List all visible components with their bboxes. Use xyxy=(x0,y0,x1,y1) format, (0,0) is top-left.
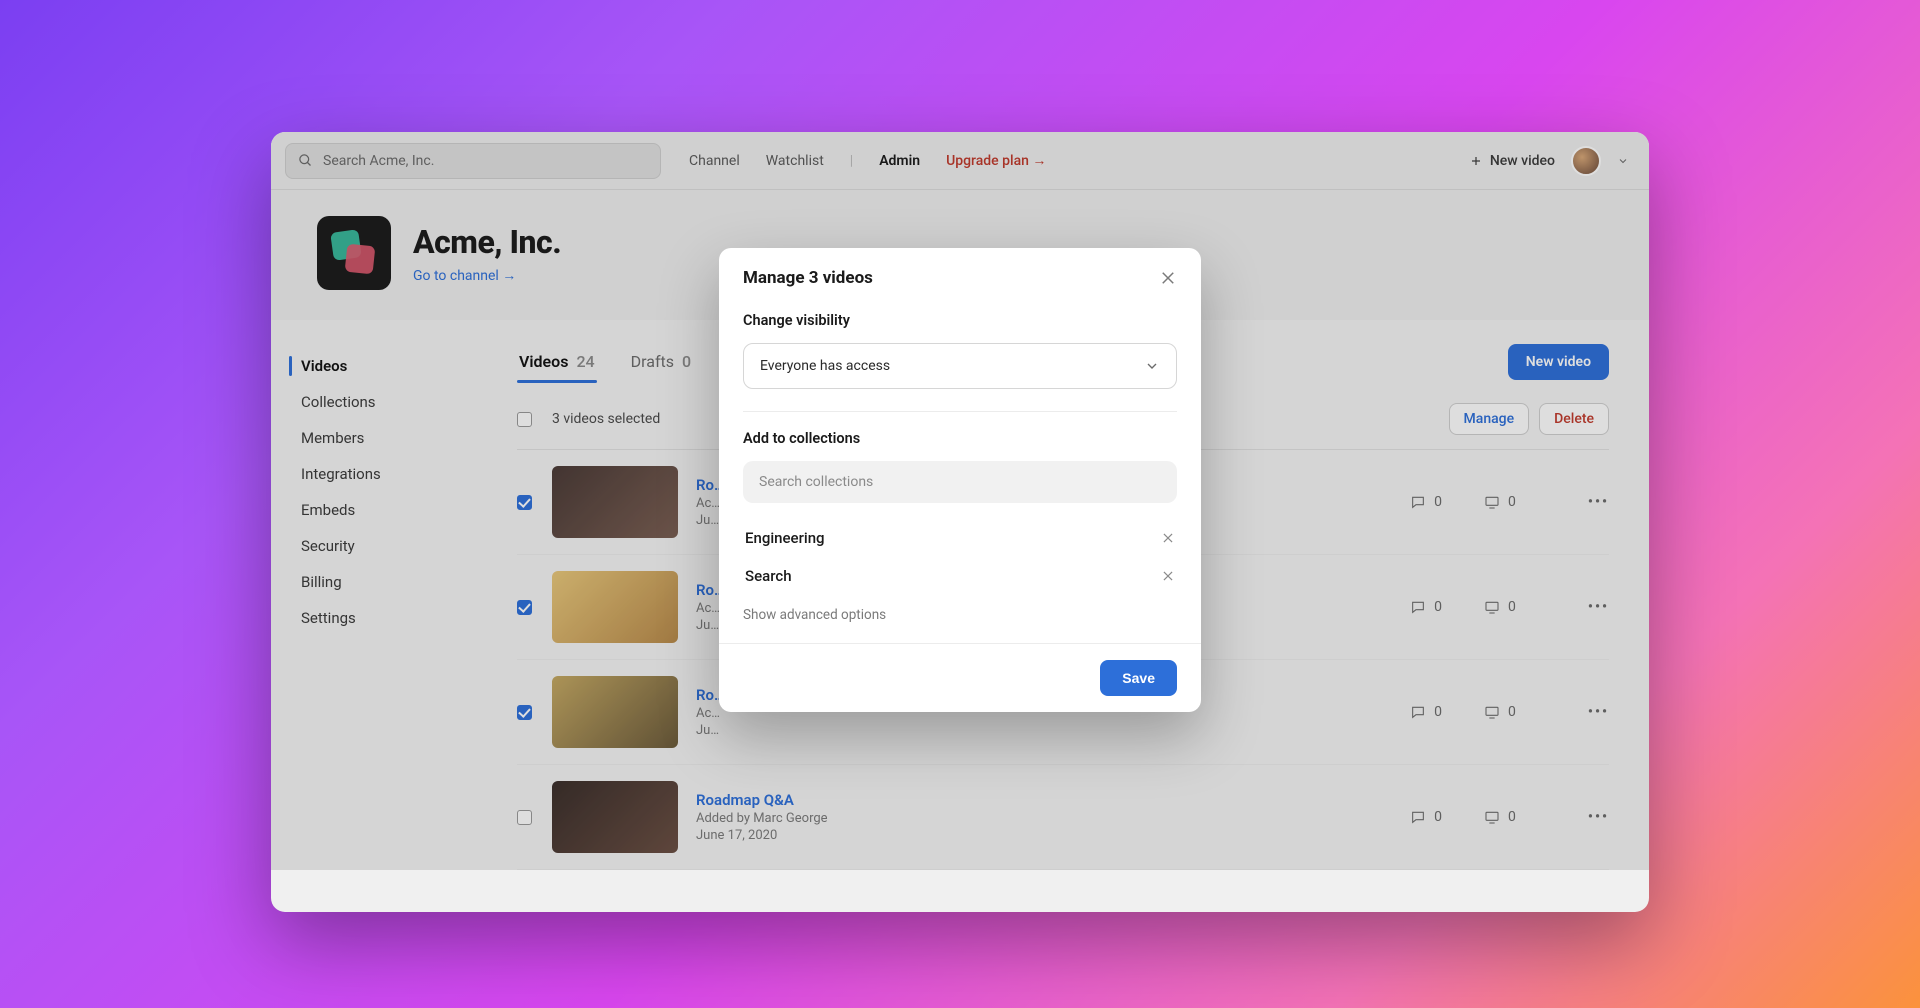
collection-chip-search: Search xyxy=(743,557,1177,595)
sidebar-item-billing[interactable]: Billing xyxy=(271,564,507,600)
comment-count: 0 xyxy=(1410,599,1442,615)
sidebar-item-embeds[interactable]: Embeds xyxy=(271,492,507,528)
app-window: Search Acme, Inc. Channel Watchlist | Ad… xyxy=(271,132,1649,912)
search-placeholder: Search Acme, Inc. xyxy=(323,153,434,169)
close-icon[interactable] xyxy=(1159,269,1177,287)
divider xyxy=(743,411,1177,412)
selection-count: 3 videos selected xyxy=(552,411,660,427)
comment-count: 0 xyxy=(1410,809,1442,825)
search-icon xyxy=(298,153,313,168)
view-count: 0 xyxy=(1484,494,1516,510)
comment-count: 0 xyxy=(1410,704,1442,720)
row-more-icon[interactable]: ••• xyxy=(1588,494,1609,510)
video-row: Roadmap Q&A Added by Marc George June 17… xyxy=(517,765,1609,870)
save-button[interactable]: Save xyxy=(1100,660,1177,696)
comment-icon xyxy=(1410,599,1426,615)
monitor-icon xyxy=(1484,809,1500,825)
tab-drafts[interactable]: Drafts 0 xyxy=(629,342,693,381)
video-title[interactable]: Roadmap Q&A xyxy=(696,791,1410,809)
nav-channel[interactable]: Channel xyxy=(689,153,740,169)
go-to-channel-link[interactable]: Go to channel → xyxy=(413,267,516,284)
video-date: June 17, 2020 xyxy=(696,828,1410,843)
row-more-icon[interactable]: ••• xyxy=(1588,809,1609,825)
comment-icon xyxy=(1410,704,1426,720)
sidebar-item-security[interactable]: Security xyxy=(271,528,507,564)
modal-title: Manage 3 videos xyxy=(743,268,873,288)
row-more-icon[interactable]: ••• xyxy=(1588,704,1609,720)
chevron-down-icon[interactable] xyxy=(1617,155,1629,167)
view-count: 0 xyxy=(1484,599,1516,615)
sidebar: Videos Collections Members Integrations … xyxy=(271,320,507,870)
row-checkbox[interactable] xyxy=(517,705,532,720)
row-checkbox[interactable] xyxy=(517,495,532,510)
monitor-icon xyxy=(1484,704,1500,720)
delete-button[interactable]: Delete xyxy=(1539,403,1609,435)
advanced-options-link[interactable]: Show advanced options xyxy=(743,607,886,623)
new-video-button[interactable]: New video xyxy=(1508,344,1609,380)
remove-icon[interactable] xyxy=(1161,531,1175,545)
comment-count: 0 xyxy=(1410,494,1442,510)
chevron-down-icon xyxy=(1144,358,1160,374)
row-checkbox[interactable] xyxy=(517,810,532,825)
visibility-label: Change visibility xyxy=(743,312,1177,329)
tab-videos[interactable]: Videos 24 xyxy=(517,342,597,381)
sidebar-item-integrations[interactable]: Integrations xyxy=(271,456,507,492)
collections-search-placeholder: Search collections xyxy=(759,474,873,490)
collection-chip-engineering: Engineering xyxy=(743,519,1177,557)
org-logo xyxy=(317,216,391,290)
select-all-checkbox[interactable] xyxy=(517,412,532,427)
view-count: 0 xyxy=(1484,809,1516,825)
video-thumbnail[interactable] xyxy=(552,571,678,643)
topbar: Search Acme, Inc. Channel Watchlist | Ad… xyxy=(271,132,1649,190)
new-video-top-button[interactable]: New video xyxy=(1470,153,1555,169)
manage-button[interactable]: Manage xyxy=(1449,403,1530,435)
collections-search-input[interactable]: Search collections xyxy=(743,461,1177,503)
video-thumbnail[interactable] xyxy=(552,676,678,748)
nav-upgrade[interactable]: Upgrade plan → xyxy=(946,152,1046,169)
video-author: Added by Marc George xyxy=(696,811,1410,826)
sidebar-item-settings[interactable]: Settings xyxy=(271,600,507,636)
sidebar-item-videos[interactable]: Videos xyxy=(271,348,507,384)
view-count: 0 xyxy=(1484,704,1516,720)
add-collections-label: Add to collections xyxy=(743,430,1177,447)
visibility-value: Everyone has access xyxy=(760,358,890,374)
nav-admin[interactable]: Admin xyxy=(879,153,920,169)
video-thumbnail[interactable] xyxy=(552,781,678,853)
video-date: Ju… xyxy=(696,723,1410,738)
visibility-select[interactable]: Everyone has access xyxy=(743,343,1177,389)
org-name: Acme, Inc. xyxy=(413,223,561,261)
video-thumbnail[interactable] xyxy=(552,466,678,538)
monitor-icon xyxy=(1484,599,1500,615)
sidebar-item-collections[interactable]: Collections xyxy=(271,384,507,420)
top-nav: Channel Watchlist | Admin Upgrade plan → xyxy=(689,152,1046,169)
comment-icon xyxy=(1410,494,1426,510)
comment-icon xyxy=(1410,809,1426,825)
sidebar-item-members[interactable]: Members xyxy=(271,420,507,456)
remove-icon[interactable] xyxy=(1161,569,1175,583)
nav-watchlist[interactable]: Watchlist xyxy=(766,153,824,169)
search-input[interactable]: Search Acme, Inc. xyxy=(285,143,661,179)
monitor-icon xyxy=(1484,494,1500,510)
row-checkbox[interactable] xyxy=(517,600,532,615)
plus-icon xyxy=(1470,155,1482,167)
avatar[interactable] xyxy=(1571,146,1601,176)
nav-separator: | xyxy=(850,153,853,169)
manage-videos-modal: Manage 3 videos Change visibility Everyo… xyxy=(719,248,1201,712)
row-more-icon[interactable]: ••• xyxy=(1588,599,1609,615)
